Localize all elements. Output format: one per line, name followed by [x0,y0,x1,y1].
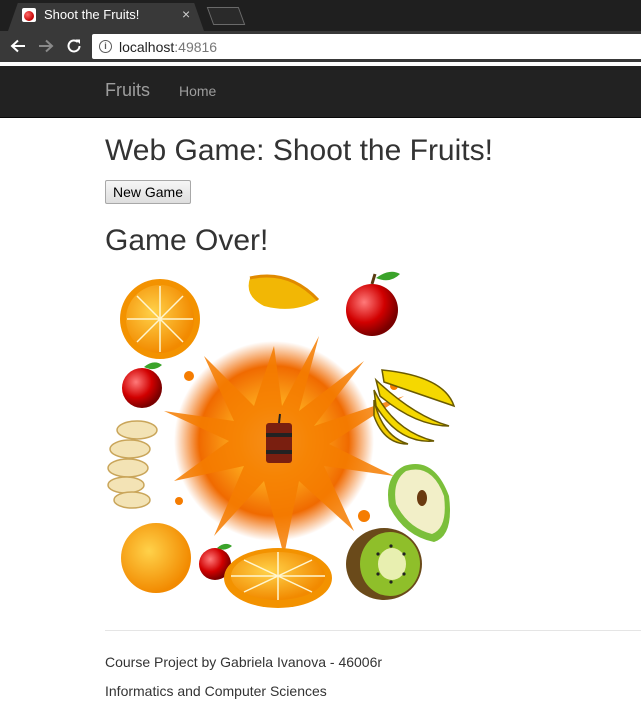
banana-slices [107,420,158,509]
url-port: :49816 [174,39,218,55]
apple-left [122,362,162,408]
browser-tabstrip: Shoot the Fruits! × [0,0,641,31]
game-status-heading: Game Over! [105,224,269,257]
footer-faculty: Informatics and Computer Sciences [105,683,327,699]
footer-credit: Course Project by Gabriela Ivanova - 460… [105,654,383,670]
tab-close-icon[interactable]: × [182,6,190,22]
url-text: localhost:49816 [119,39,217,55]
orange-slice-top-left [120,279,200,359]
apple-top-right [346,271,400,336]
site-navbar: Fruits Home [0,66,641,118]
game-over-fruits-image [107,271,456,608]
tab-title: Shoot the Fruits! [44,7,140,22]
address-bar[interactable]: i localhost:49816 [92,34,641,59]
mango-slice [248,274,320,309]
orange-half-bottom [224,548,332,608]
page-title: Web Game: Shoot the Fruits! [105,134,493,167]
url-host: localhost [119,39,175,55]
reload-icon[interactable] [65,37,83,55]
kiwi-half [346,528,422,600]
info-icon[interactable]: i [99,40,112,53]
apple-favicon-icon [22,8,36,22]
forward-arrow-icon[interactable] [37,37,55,55]
nav-link-home[interactable]: Home [179,83,216,99]
navbar-brand[interactable]: Fruits [105,80,150,101]
new-game-button[interactable]: New Game [105,180,191,204]
orange-bottom-left [121,523,191,593]
new-tab-button[interactable] [206,7,246,25]
back-arrow-icon[interactable] [9,37,27,55]
footer-divider [105,630,641,631]
